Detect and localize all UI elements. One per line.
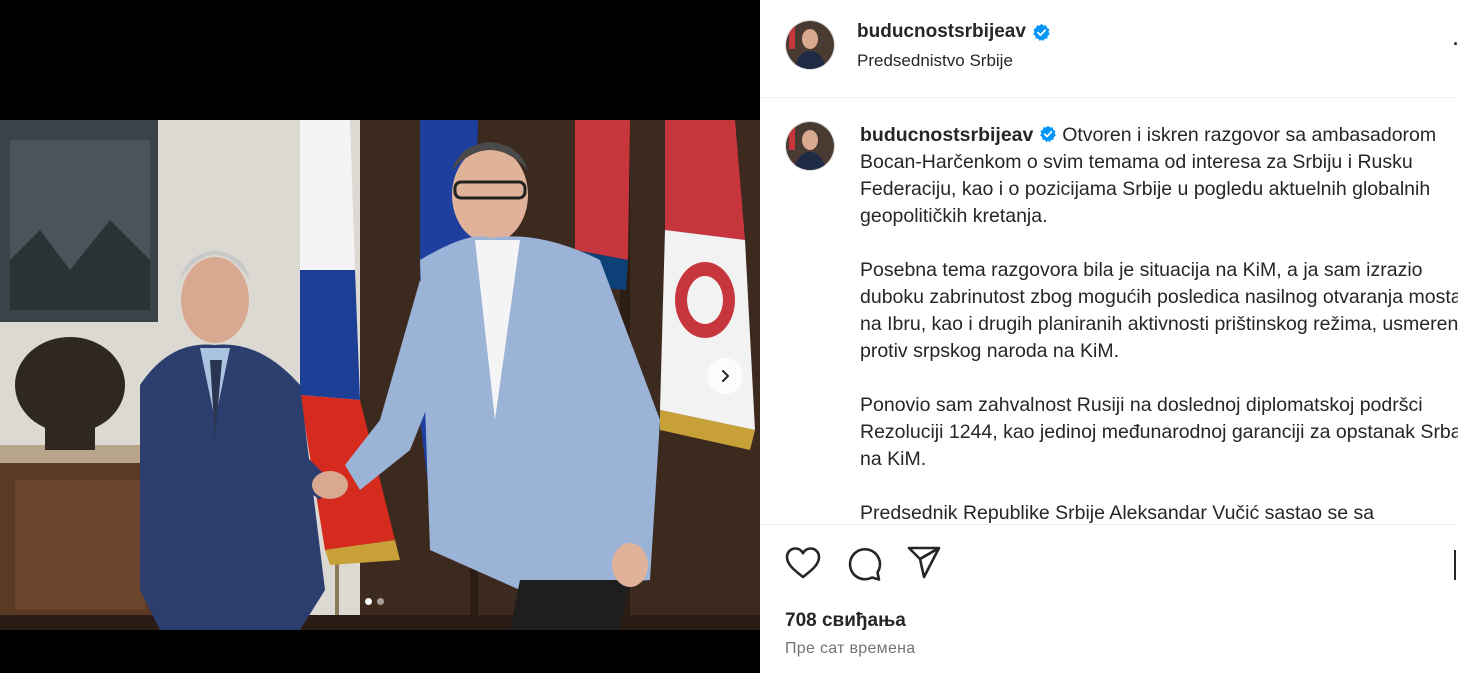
- post-caption: buducnostsrbijeav Otvoren i iskren razgo…: [760, 98, 1458, 525]
- likes-count[interactable]: 708 свиђања: [785, 610, 906, 632]
- verified-badge-icon: [1039, 125, 1056, 143]
- more-options-button[interactable]: ·: [1453, 34, 1458, 55]
- post-location[interactable]: Predsednistvo Srbije: [857, 51, 1013, 71]
- share-icon[interactable]: [906, 546, 942, 580]
- next-slide-button[interactable]: [707, 358, 743, 394]
- caption-paragraph: Ponovio sam zahvalnost Rusiji na dosledn…: [860, 394, 1458, 470]
- caption-username[interactable]: buducnostsrbijeav: [860, 124, 1033, 146]
- caption-avatar[interactable]: [785, 121, 835, 171]
- comment-icon[interactable]: [846, 546, 882, 582]
- post-photo: [0, 120, 760, 630]
- caption-paragraph: Posebna tema razgovora bila je situacija…: [860, 259, 1458, 362]
- avatar[interactable]: [785, 20, 835, 70]
- caption-text: buducnostsrbijeav Otvoren i iskren razgo…: [860, 122, 1458, 524]
- verified-badge-icon: [1033, 23, 1050, 41]
- carousel-dot: [377, 598, 384, 605]
- post-timestamp[interactable]: Пре сат времена: [785, 640, 916, 658]
- chevron-right-icon: [722, 370, 729, 382]
- post-media: [0, 0, 760, 673]
- author-username-link[interactable]: buducnostsrbijeav: [857, 21, 1051, 43]
- post-actions: 708 свиђања Пре сат времена: [760, 524, 1458, 673]
- post-header: buducnostsrbijeav Predsednistvo Srbije ·: [760, 0, 1458, 98]
- carousel-indicator: [365, 598, 384, 605]
- author-username: buducnostsrbijeav: [857, 21, 1026, 42]
- carousel-dot-active: [365, 598, 372, 605]
- caption-paragraph: Predsednik Republike Srbije Aleksandar V…: [860, 502, 1375, 524]
- heart-icon[interactable]: [785, 546, 821, 580]
- bookmark-icon[interactable]: [1454, 550, 1458, 580]
- post-sidebar: buducnostsrbijeav Predsednistvo Srbije ·…: [760, 0, 1458, 673]
